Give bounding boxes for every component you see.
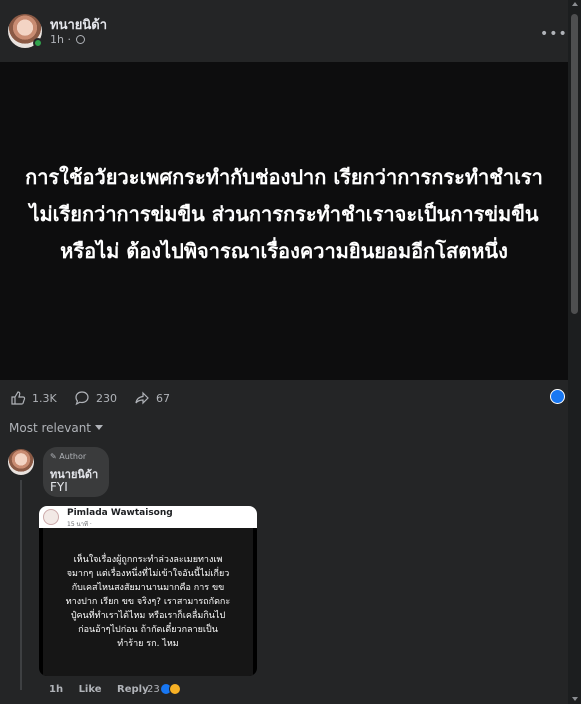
comment-footer: 1h Like Reply: [49, 684, 161, 695]
chevron-down-icon: [95, 425, 104, 430]
attachment-avatar: [43, 509, 59, 525]
share-button[interactable]: 67: [134, 390, 170, 406]
share-icon: [135, 391, 149, 405]
like-count: 1.3K: [32, 391, 57, 405]
comment-image-attachment[interactable]: Pimlada Wawtaisong 15 นาที · เห็นใจเรื่อ…: [39, 506, 257, 676]
comment-sort-dropdown[interactable]: Most relevant: [9, 421, 104, 435]
comment-text: FYI: [50, 480, 68, 494]
post-text-card: การใช้อวัยวะเพศกระทำกับช่องปาก เรียกว่าก…: [0, 62, 568, 380]
globe-icon: [76, 35, 86, 44]
attachment-body: เห็นใจเรื่องผู้ถูกกระทำล่วงละเมยทางเพจมา…: [43, 528, 253, 676]
attachment-text: เห็นใจเรื่องผู้ถูกกระทำล่วงละเมยทางเพจมา…: [65, 555, 231, 649]
sort-label: Most relevant: [9, 421, 92, 435]
comment-like-button[interactable]: Like: [79, 684, 102, 695]
post-author-name[interactable]: ทนายนิด้า: [50, 14, 107, 35]
attachment-header: Pimlada Wawtaisong 15 นาที ·: [39, 506, 257, 528]
comment-reply-button[interactable]: Reply: [117, 684, 149, 695]
post-actions-bar: 1.3K 230 67: [0, 380, 568, 418]
haha-reaction-icon: [169, 683, 181, 695]
author-badge: ✎ Author: [50, 452, 87, 461]
scroll-up-icon[interactable]: [572, 2, 578, 6]
like-reaction-icon: [550, 389, 565, 404]
comment-time[interactable]: 1h: [49, 684, 63, 695]
commenter-avatar[interactable]: [8, 449, 34, 475]
author-badge-label: Author: [59, 452, 87, 461]
attachment-author-name: Pimlada Wawtaisong: [67, 508, 173, 518]
post-time[interactable]: 1h: [50, 33, 64, 46]
like-button[interactable]: 1.3K: [10, 390, 57, 406]
post-meta: 1h ·: [50, 33, 86, 46]
comment-reaction-count[interactable]: 23: [147, 684, 160, 695]
post-header: ทนายนิด้า 1h · •••: [0, 0, 568, 62]
scroll-down-icon[interactable]: [572, 697, 578, 701]
comments-section: Most relevant ✎ Author ทนายนิด้า FYI Pim…: [0, 418, 568, 704]
comment-icon: [75, 391, 89, 406]
scrollbar-thumb[interactable]: [571, 14, 578, 314]
share-count: 67: [156, 391, 170, 405]
post-text: การใช้อวัยวะเพศกระทำกับช่องปาก เรียกว่าก…: [25, 164, 543, 263]
comment-bubble: ✎ Author ทนายนิด้า FYI: [43, 447, 109, 497]
comment-button[interactable]: 230: [74, 390, 117, 406]
more-horizontal-icon[interactable]: •••: [540, 26, 568, 42]
comment-count: 230: [96, 391, 117, 405]
online-status-dot: [33, 38, 43, 48]
thumbs-up-icon: [11, 391, 26, 405]
thread-line: [20, 480, 22, 690]
